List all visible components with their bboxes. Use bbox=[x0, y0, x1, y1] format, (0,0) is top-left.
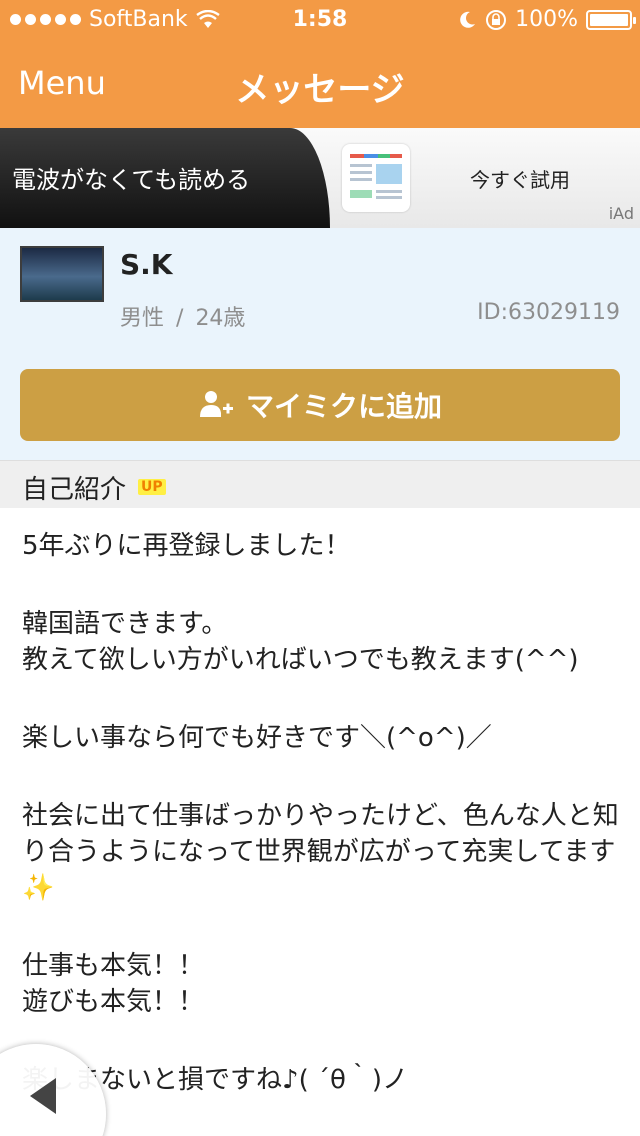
status-right: 100% bbox=[457, 7, 636, 32]
profile-age: 24歳 bbox=[195, 306, 246, 331]
intro-paragraph: 韓国語できます。 教えて欲しい方がいればいつでも教えます(^^) bbox=[22, 609, 579, 675]
ad-cta[interactable]: 今すぐ試用 bbox=[470, 164, 570, 193]
ad-banner[interactable]: 電波がなくても読める 今すぐ試用 iAd bbox=[0, 128, 640, 228]
top-bar: SoftBank 1:58 100% Menu メッセージ bbox=[0, 0, 640, 128]
intro-paragraph: 楽しまないと損ですね♪( ´θ｀)ノ bbox=[22, 1065, 409, 1095]
add-mymixi-button[interactable]: マイミクに追加 bbox=[20, 369, 620, 441]
intro-body: 5年ぶりに再登録しました！ 韓国語できます。 教えて欲しい方がいればいつでも教え… bbox=[22, 528, 622, 1098]
profile-screen: SoftBank 1:58 100% Menu メッセージ 電波がなくても読める… bbox=[0, 0, 640, 1136]
rotation-lock-icon bbox=[486, 9, 507, 30]
add-friend-icon bbox=[199, 391, 233, 417]
intro-paragraph-text: 社会に出て仕事ばっかりやったけど、色んな人と知り合うようになって世界観が広がって… bbox=[22, 801, 619, 867]
page-title: メッセージ bbox=[235, 70, 405, 110]
ad-app-thumbnail bbox=[342, 144, 410, 212]
up-badge: UP bbox=[138, 479, 166, 495]
ad-app-icon bbox=[350, 154, 402, 199]
battery-icon bbox=[586, 9, 636, 30]
profile-header: S.K 男性 / 24歳 ID:63029119 マイミクに追加 bbox=[0, 228, 640, 460]
intro-paragraph: 5年ぶりに再登録しました！ bbox=[22, 531, 351, 561]
add-mymixi-label: マイミクに追加 bbox=[245, 390, 442, 423]
profile-meta: 男性 / 24歳 bbox=[120, 300, 245, 332]
profile-id: ID:63029119 bbox=[477, 300, 620, 325]
iad-label: iAd bbox=[608, 204, 634, 223]
sparkle-icon: ✨ bbox=[22, 873, 55, 903]
profile-gender: 男性 bbox=[120, 306, 165, 331]
intro-paragraph: 楽しい事なら何でも好きです＼(^o^)／ bbox=[22, 723, 492, 753]
intro-section-header: 自己紹介 UP bbox=[0, 460, 640, 508]
meta-separator: / bbox=[176, 306, 184, 331]
moon-icon bbox=[460, 11, 476, 28]
avatar[interactable] bbox=[20, 246, 104, 302]
back-arrow-icon bbox=[30, 1078, 56, 1114]
profile-name: S.K bbox=[120, 248, 173, 281]
status-bar: SoftBank 1:58 100% bbox=[0, 0, 640, 40]
intro-heading: 自己紹介 bbox=[22, 475, 127, 505]
ad-headline: 電波がなくても読める bbox=[12, 166, 251, 194]
battery-percentage: 100% bbox=[515, 7, 578, 32]
intro-paragraph: 社会に出て仕事ばっかりやったけど、色んな人と知り合うようになって世界観が広がって… bbox=[22, 798, 622, 906]
intro-paragraph: 仕事も本気！！ 遊びも本気！！ bbox=[22, 951, 205, 1017]
navigation-bar: Menu メッセージ bbox=[0, 40, 640, 128]
